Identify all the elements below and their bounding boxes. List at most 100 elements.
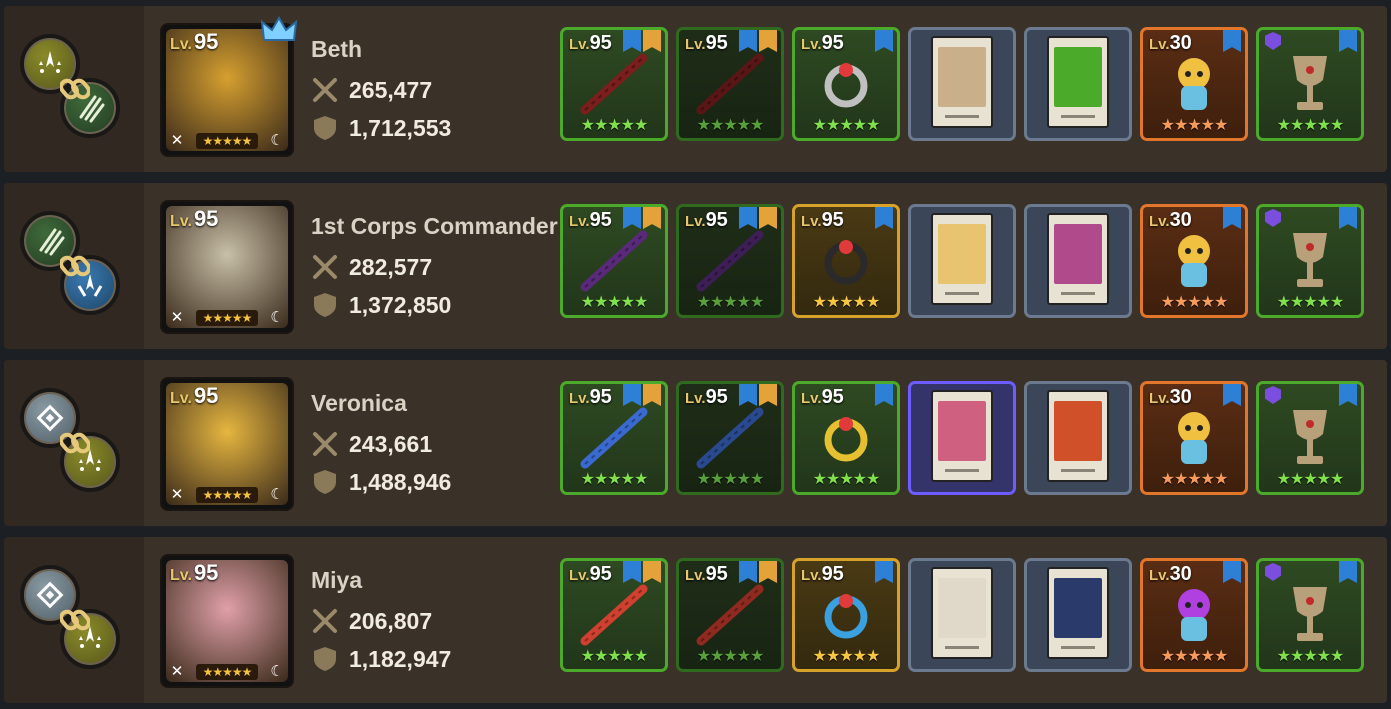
accessory-item-icon xyxy=(824,594,868,639)
item-star-rating: ★★★★★ xyxy=(812,648,881,665)
card-art xyxy=(1054,578,1102,638)
gold-bookmark-icon xyxy=(643,30,661,52)
hero-star-rating: ★★★★★ xyxy=(196,487,258,503)
hero-row[interactable]: Lv.95 ✕ ★★★★★ ☾ 1st Corps Commander 282,577 1,… xyxy=(4,183,1387,349)
item-star-rating: ★★★★★ xyxy=(1276,648,1345,665)
blue-bookmark-icon xyxy=(739,207,757,229)
weapon-item-icon xyxy=(696,53,764,115)
accessory-item-icon xyxy=(824,63,868,108)
card-label-line xyxy=(945,469,979,472)
hero-row[interactable]: Lv.95 ✕ ★★★★★ ☾ Veronica 243,661 1,488,946 Lv.9… xyxy=(4,360,1387,526)
weapon-item-icon xyxy=(580,407,648,469)
item-star-rating: ★★★★★ xyxy=(696,648,765,665)
equipment-slot-costume[interactable]: Lv.30 ★★★★★ xyxy=(1140,204,1248,318)
attack-value: 282,577 xyxy=(349,253,433,280)
equipment-slot-weapon[interactable]: Lv.95 ★★★★★ xyxy=(676,204,784,318)
equipment-slot-accessory[interactable]: Lv.95 ★★★★★ xyxy=(792,204,900,318)
equipment-slot-weapon[interactable]: Lv.95 ★★★★★ xyxy=(676,558,784,672)
equipment-slot-costume[interactable]: Lv.30 ★★★★★ xyxy=(1140,381,1248,495)
class-icon: ✕ xyxy=(170,663,184,680)
relic-item-icon xyxy=(1293,56,1327,110)
equipment-slot-weapon[interactable]: Lv.95 ★★★★★ xyxy=(560,381,668,495)
defense-stat: 1,488,946 xyxy=(311,468,451,496)
equipment-slot-relic[interactable]: ★★★★★ xyxy=(1256,204,1364,318)
shield-icon xyxy=(314,293,336,317)
equipment-slot-relic[interactable]: ★★★★★ xyxy=(1256,381,1364,495)
blue-bookmark-icon xyxy=(623,384,641,406)
weapon-item-icon xyxy=(696,407,764,469)
equipment-slot-card[interactable] xyxy=(1024,381,1132,495)
chain-link-emblem[interactable] xyxy=(20,388,132,500)
blue-bookmark-icon xyxy=(623,561,641,583)
chain-link-icon xyxy=(60,609,90,631)
equipment-slot-weapon[interactable]: Lv.95 ★★★★★ xyxy=(560,27,668,141)
card-face xyxy=(1047,567,1109,659)
crossed-swords-icon xyxy=(313,255,337,279)
equipment-slot-card[interactable] xyxy=(908,558,1016,672)
item-star-rating: ★★★★★ xyxy=(1160,471,1229,488)
class-icon: ✕ xyxy=(170,486,184,503)
hero-portrait[interactable]: Lv.95 ✕ ★★★★★ ☾ xyxy=(160,200,294,334)
equipment-slot-relic[interactable]: ★★★★★ xyxy=(1256,558,1364,672)
chain-link-emblem[interactable] xyxy=(20,34,132,146)
equipment-slot-weapon[interactable]: Lv.95 ★★★★★ xyxy=(676,381,784,495)
item-star-rating: ★★★★★ xyxy=(812,294,881,311)
gold-bookmark-icon xyxy=(759,384,777,406)
equipment-slot-card[interactable] xyxy=(908,204,1016,318)
blue-bookmark-icon xyxy=(623,30,641,52)
equipment-slot-accessory[interactable]: Lv.95 ★★★★★ xyxy=(792,558,900,672)
equipment-slot-accessory[interactable]: Lv.95 ★★★★★ xyxy=(792,381,900,495)
card-face xyxy=(931,390,993,482)
costume-item-icon xyxy=(1178,412,1210,464)
purple-gem-icon xyxy=(1265,386,1281,404)
blue-bookmark-icon xyxy=(1339,384,1357,406)
hero-row[interactable]: Lv.95 ✕ ★★★★★ ☾ Beth 265,477 1,712,553 Lv.95 ★★★… xyxy=(4,6,1387,172)
purple-gem-icon xyxy=(1265,563,1281,581)
equipment-slot-card[interactable] xyxy=(908,381,1016,495)
hero-name: Beth xyxy=(311,36,363,62)
item-star-rating: ★★★★★ xyxy=(812,471,881,488)
hero-row[interactable]: Lv.95 ✕ ★★★★★ ☾ Miya 206,807 1,182,947 Lv.95 ★★★… xyxy=(4,537,1387,703)
card-face xyxy=(931,567,993,659)
card-art xyxy=(938,401,986,461)
card-label-line xyxy=(945,292,979,295)
hero-portrait[interactable]: Lv.95 ✕ ★★★★★ ☾ xyxy=(160,554,294,688)
equipment-slot-card[interactable] xyxy=(1024,204,1132,318)
equipment-slot-card[interactable] xyxy=(1024,558,1132,672)
defense-value: 1,372,850 xyxy=(349,291,452,318)
item-star-rating: ★★★★★ xyxy=(812,117,881,134)
card-art xyxy=(1054,224,1102,284)
blue-bookmark-icon xyxy=(739,561,757,583)
relic-item-icon xyxy=(1293,233,1327,287)
element-icon: ☾ xyxy=(270,309,284,326)
chain-link-emblem[interactable] xyxy=(20,211,132,323)
equipment-slot-weapon[interactable]: Lv.95 ★★★★★ xyxy=(560,558,668,672)
equipment-slot-relic[interactable]: ★★★★★ xyxy=(1256,27,1364,141)
hero-level: Lv.95 xyxy=(170,560,219,585)
class-icon: ✕ xyxy=(170,132,184,149)
attack-stat: 282,577 xyxy=(311,253,432,281)
hero-star-rating: ★★★★★ xyxy=(196,664,258,680)
item-star-rating: ★★★★★ xyxy=(1160,117,1229,134)
hero-level: Lv.95 xyxy=(170,383,219,408)
chain-link-emblem[interactable] xyxy=(20,565,132,677)
hero-level: Lv.95 xyxy=(170,206,219,231)
item-star-rating: ★★★★★ xyxy=(1160,648,1229,665)
gold-bookmark-icon xyxy=(643,561,661,583)
hero-portrait[interactable]: Lv.95 ✕ ★★★★★ ☾ xyxy=(160,377,294,511)
blue-bookmark-icon xyxy=(739,30,757,52)
gold-bookmark-icon xyxy=(643,207,661,229)
blue-bookmark-icon xyxy=(1339,30,1357,52)
shield-icon xyxy=(314,470,336,494)
blue-bookmark-icon xyxy=(1223,30,1241,52)
defense-stat: 1,372,850 xyxy=(311,291,451,319)
equipment-slot-card[interactable] xyxy=(908,27,1016,141)
equipment-slot-costume[interactable]: Lv.30 ★★★★★ xyxy=(1140,27,1248,141)
equipment-slot-weapon[interactable]: Lv.95 ★★★★★ xyxy=(560,204,668,318)
equipment-slot-costume[interactable]: Lv.30 ★★★★★ xyxy=(1140,558,1248,672)
equipment-slot-card[interactable] xyxy=(1024,27,1132,141)
equipment-slot-weapon[interactable]: Lv.95 ★★★★★ xyxy=(676,27,784,141)
card-label-line xyxy=(945,646,979,649)
attack-value: 265,477 xyxy=(349,76,433,103)
equipment-slot-accessory[interactable]: Lv.95 ★★★★★ xyxy=(792,27,900,141)
